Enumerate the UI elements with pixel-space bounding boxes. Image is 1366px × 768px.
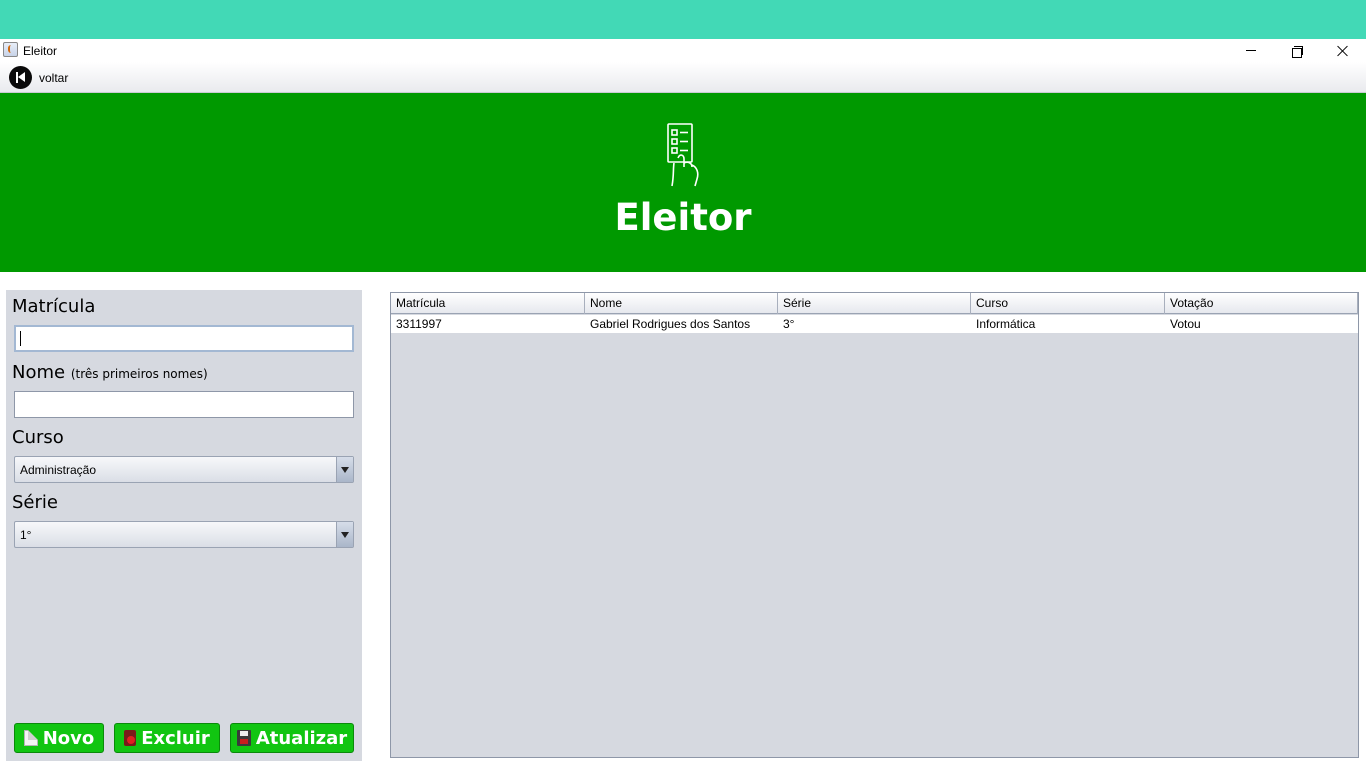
minimize-button[interactable] bbox=[1228, 39, 1274, 62]
cell-serie: 3° bbox=[783, 317, 795, 331]
restore-button[interactable] bbox=[1274, 39, 1320, 62]
back-icon bbox=[9, 66, 32, 89]
back-menu-item[interactable]: voltar bbox=[9, 66, 68, 89]
menu-bar: voltar bbox=[0, 62, 1366, 93]
column-header-curso[interactable]: Curso bbox=[971, 293, 1165, 314]
atualizar-button-label: Atualizar bbox=[255, 727, 348, 749]
novo-button[interactable]: Novo bbox=[14, 723, 104, 753]
matricula-label: Matrícula bbox=[12, 296, 96, 317]
matricula-input[interactable] bbox=[16, 327, 352, 350]
serie-select[interactable]: 1° bbox=[14, 521, 354, 548]
cell-curso: Informática bbox=[976, 317, 1036, 331]
new-document-icon bbox=[23, 730, 38, 746]
table-row[interactable]: 3311997 Gabriel Rodrigues dos Santos 3° … bbox=[391, 315, 1358, 333]
nome-label: Nome bbox=[12, 362, 66, 383]
text-caret bbox=[20, 331, 21, 346]
back-label: voltar bbox=[39, 70, 69, 85]
curso-selected-value: Administração bbox=[20, 463, 97, 477]
voters-table[interactable]: Matrícula Nome Série Curso Votação 33119… bbox=[390, 292, 1359, 758]
column-header-nome[interactable]: Nome bbox=[585, 293, 778, 314]
dropdown-arrow-icon[interactable] bbox=[336, 457, 353, 482]
nome-hint: (três primeiros nomes) bbox=[70, 367, 208, 381]
matricula-field[interactable] bbox=[14, 325, 354, 352]
trash-icon bbox=[124, 730, 137, 746]
cell-votacao: Votou bbox=[1170, 317, 1201, 331]
novo-button-label: Novo bbox=[42, 727, 95, 749]
window-titlebar: Eleitor bbox=[0, 39, 1366, 62]
desktop-top-band bbox=[0, 0, 1366, 39]
ballot-icon bbox=[667, 123, 699, 187]
serie-label: Série bbox=[12, 492, 58, 513]
minimize-icon bbox=[1246, 50, 1256, 51]
dropdown-arrow-icon[interactable] bbox=[336, 522, 353, 547]
nome-field[interactable] bbox=[14, 391, 354, 418]
curso-label: Curso bbox=[12, 427, 64, 448]
app-icon bbox=[3, 42, 18, 57]
voter-form-panel: Matrícula Nome (três primeiros nomes) Cu… bbox=[6, 290, 362, 761]
column-header-matricula[interactable]: Matrícula bbox=[391, 293, 585, 314]
close-button[interactable] bbox=[1320, 39, 1366, 62]
nome-input[interactable] bbox=[15, 392, 353, 417]
nome-label-row: Nome (três primeiros nomes) bbox=[12, 362, 208, 383]
window-title: Eleitor bbox=[23, 44, 58, 58]
excluir-button[interactable]: Excluir bbox=[114, 723, 220, 753]
column-header-votacao[interactable]: Votação bbox=[1165, 293, 1358, 314]
cell-matricula: 3311997 bbox=[396, 317, 442, 331]
serie-selected-value: 1° bbox=[20, 528, 32, 542]
restore-icon bbox=[1292, 45, 1303, 58]
page-title: Eleitor bbox=[614, 196, 752, 239]
save-icon bbox=[236, 730, 251, 746]
curso-select[interactable]: Administração bbox=[14, 456, 354, 483]
atualizar-button[interactable]: Atualizar bbox=[230, 723, 354, 753]
excluir-button-label: Excluir bbox=[141, 727, 210, 749]
header-banner: Eleitor bbox=[0, 93, 1366, 272]
close-icon bbox=[1337, 45, 1349, 57]
column-header-serie[interactable]: Série bbox=[778, 293, 971, 314]
cell-nome: Gabriel Rodrigues dos Santos bbox=[590, 317, 751, 331]
table-header: Matrícula Nome Série Curso Votação bbox=[391, 293, 1358, 314]
